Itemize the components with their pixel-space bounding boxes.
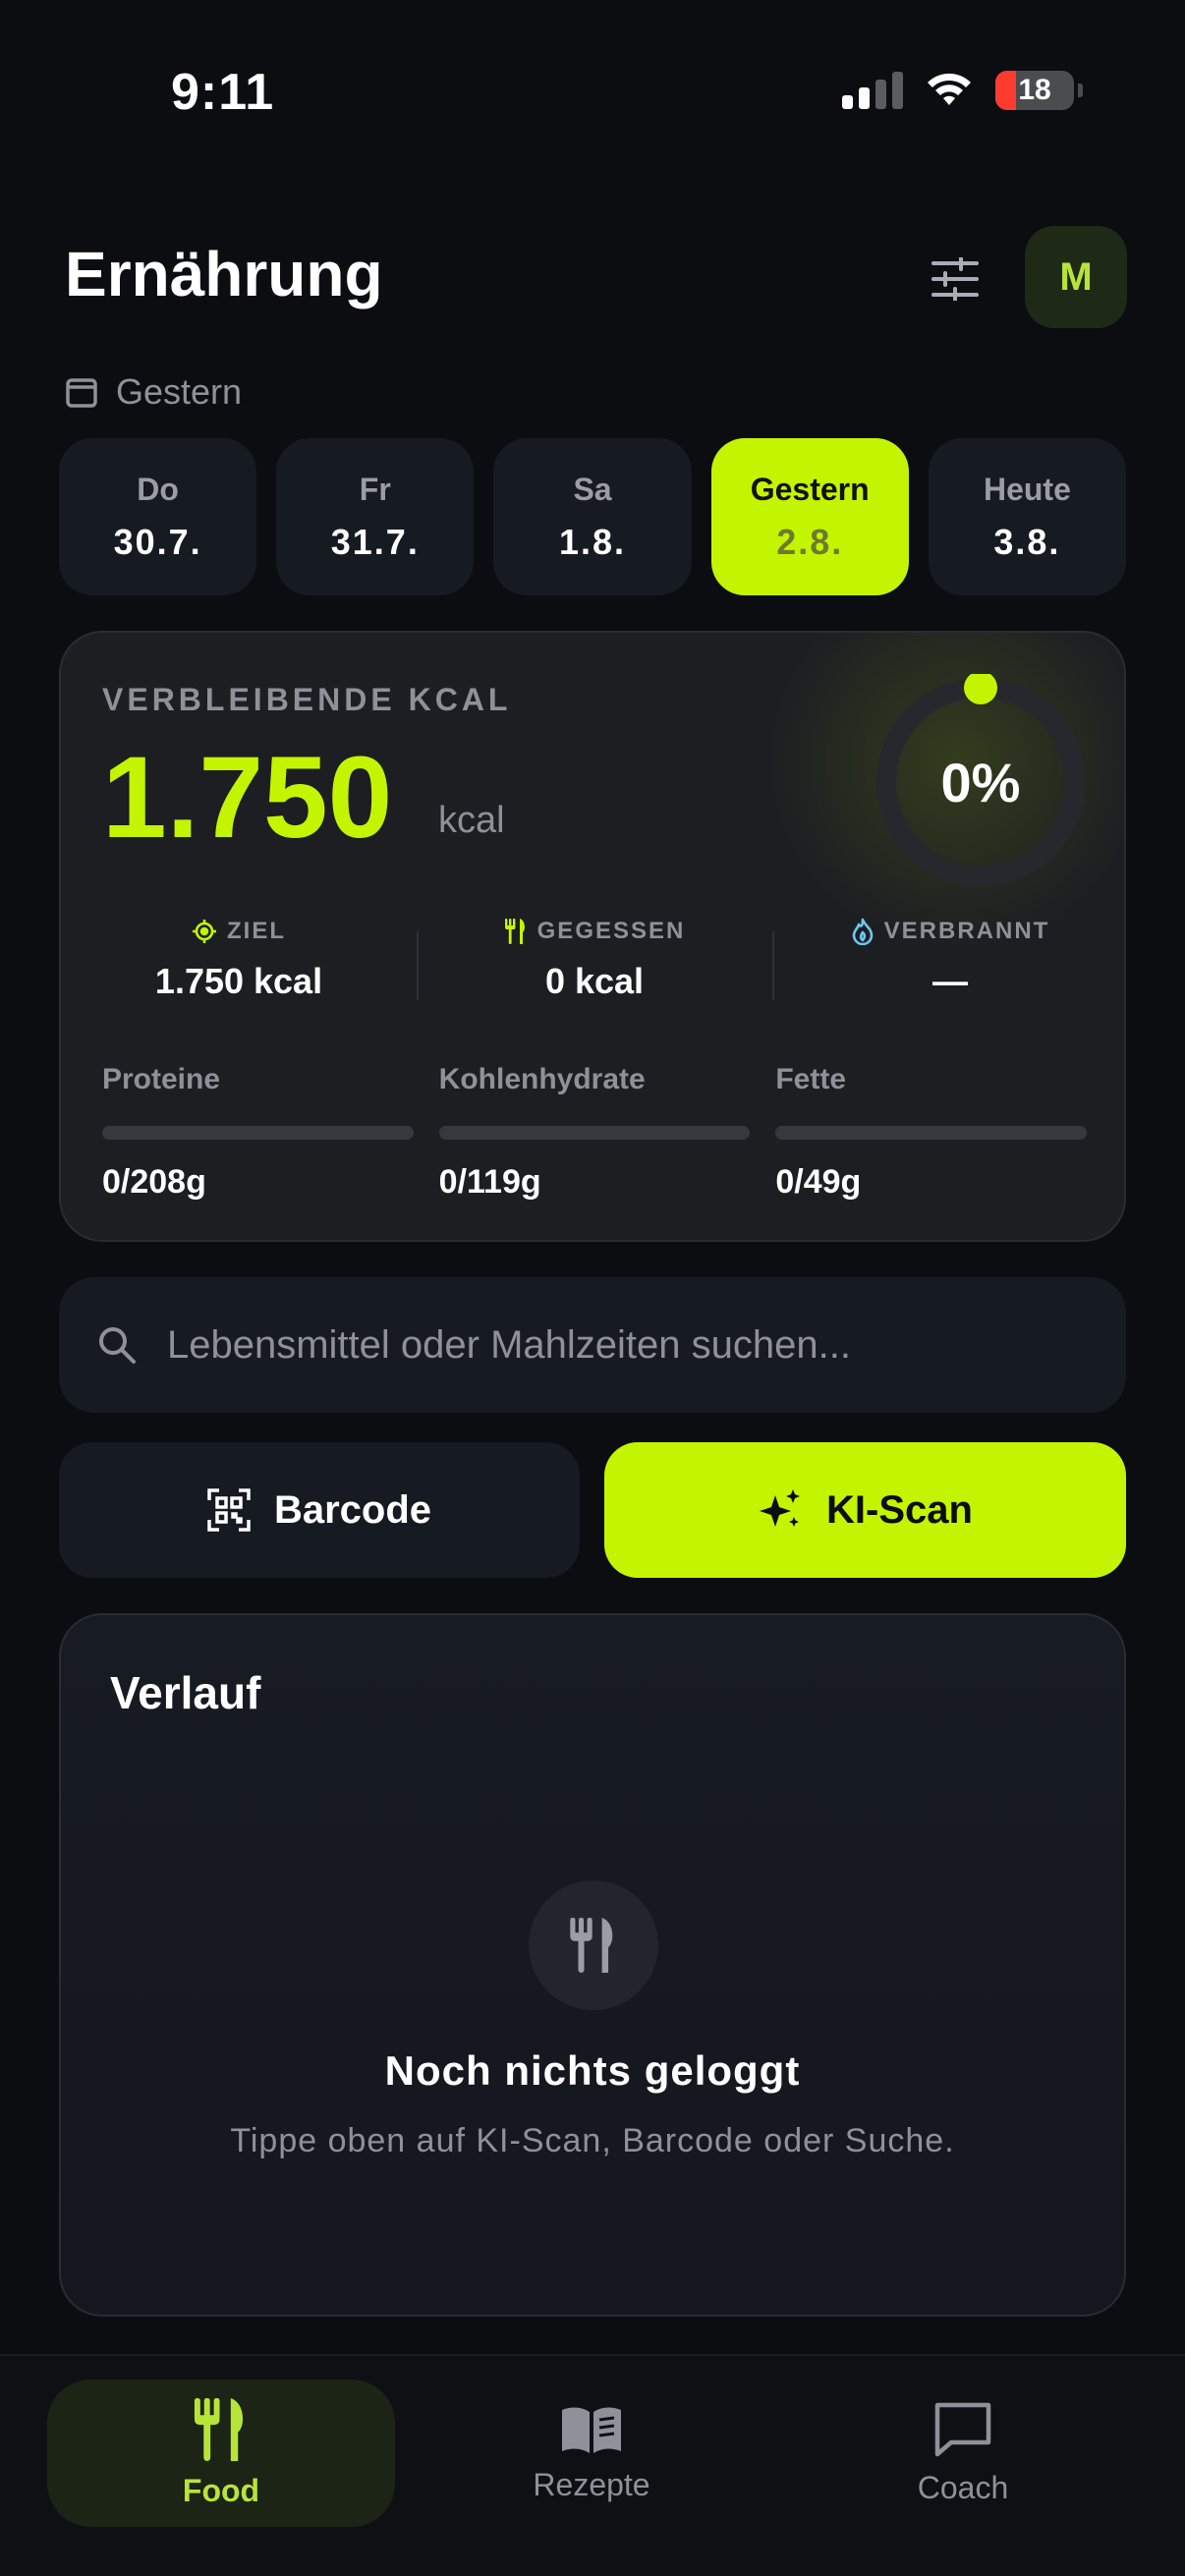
status-bar: 9:11 18 <box>0 0 1185 196</box>
search-bar[interactable] <box>59 1277 1126 1413</box>
day-name: Heute <box>983 471 1071 507</box>
utensils-icon <box>570 1918 613 1973</box>
stat-eaten-value: 0 kcal <box>544 961 645 1001</box>
macro-value: 0/49g <box>775 1163 862 1201</box>
macro-progress-bar <box>775 1126 1088 1140</box>
day-chip[interactable]: Heute 3.8. <box>928 438 1127 595</box>
nav-item-label: Coach <box>917 2469 1009 2505</box>
stat-burned-value: — <box>932 961 968 1001</box>
macro-carbs: Kohlenhydrate 0/119g <box>438 1063 751 1202</box>
utensils-icon <box>194 2397 244 2461</box>
battery-tip <box>1078 84 1083 97</box>
remaining-value: 1.750 <box>102 733 393 863</box>
macro-name: Kohlenhydrate <box>438 1063 646 1095</box>
macro-list: Proteine 0/208g Kohlenhydrate 0/119g Fet… <box>102 1063 1088 1202</box>
battery-icon: 18 <box>995 71 1074 110</box>
progress-percent: 0% <box>940 751 1021 813</box>
remaining-label: VERBLEIBENDE KCAL <box>102 682 512 717</box>
macro-name: Proteine <box>102 1063 221 1095</box>
status-time: 9:11 <box>171 64 275 121</box>
day-name: Sa <box>573 471 612 507</box>
sliders-icon <box>931 257 979 301</box>
day-date: 30.7. <box>113 521 202 562</box>
wifi-icon <box>928 73 971 105</box>
barcode-button-label: Barcode <box>273 1487 432 1532</box>
calorie-stats: ZIEL 1.750 kcal GEGESSEN 0 kcal VERBRANN… <box>61 918 1124 1016</box>
macro-progress-bar <box>102 1126 414 1140</box>
barcode-scan-icon <box>207 1488 251 1532</box>
book-icon <box>562 2407 621 2453</box>
search-input[interactable] <box>167 1322 1051 1368</box>
utensils-icon <box>504 919 525 944</box>
day-name: Gestern <box>750 471 870 507</box>
nav-item-coach[interactable]: Coach <box>796 2380 1130 2527</box>
day-date: 31.7. <box>330 521 420 562</box>
stat-goal-value: 1.750 kcal <box>154 961 323 1001</box>
day-name: Do <box>137 471 179 507</box>
calendar-icon <box>66 378 97 408</box>
day-date: 1.8. <box>558 521 627 562</box>
nav-item-food[interactable]: Food <box>47 2380 395 2527</box>
filter-button[interactable] <box>920 244 990 314</box>
chat-icon <box>934 2402 991 2456</box>
battery-level: 18 <box>1018 74 1051 106</box>
macro-value: 0/208g <box>102 1163 206 1201</box>
stat-goal-label: ZIEL <box>227 918 286 944</box>
day-date: 3.8. <box>993 521 1061 562</box>
nav-item-label: Food <box>182 2472 260 2508</box>
stat-burned-label: VERBRANNT <box>883 918 1050 944</box>
stat-eaten-head: GEGESSEN <box>504 918 686 945</box>
history-title: Verlauf <box>110 1667 261 1718</box>
target-icon <box>193 920 216 943</box>
stat-eaten-label: GEGESSEN <box>536 918 686 944</box>
empty-state-subtitle: Tippe oben auf KI-Scan, Barcode oder Suc… <box>230 2122 955 2159</box>
nav-item-label: Rezepte <box>533 2466 650 2502</box>
barcode-button[interactable]: Barcode <box>59 1442 580 1578</box>
avatar[interactable]: M <box>1025 226 1127 328</box>
history-card: Verlauf Noch nichts geloggt Tippe oben a… <box>59 1613 1126 2317</box>
status-icons: 18 <box>842 71 1083 110</box>
calorie-summary-card: VERBLEIBENDE KCAL 1.750 kcal 0% ZIEL 1.7… <box>59 631 1126 1242</box>
stat-burned: VERBRANNT — <box>772 918 1124 1016</box>
macro-fat: Fette 0/49g <box>775 1063 1088 1202</box>
day-chip[interactable]: Do 30.7. <box>59 438 257 595</box>
ai-scan-button[interactable]: KI-Scan <box>604 1442 1126 1578</box>
selected-date-label: Gestern <box>65 371 242 413</box>
day-chip-selected[interactable]: Gestern 2.8. <box>710 438 909 595</box>
remaining-unit: kcal <box>438 800 505 841</box>
stat-eaten: GEGESSEN 0 kcal <box>417 918 772 1016</box>
macro-progress-bar <box>438 1126 751 1140</box>
ai-scan-button-label: KI-Scan <box>826 1487 973 1532</box>
macro-name: Fette <box>775 1063 847 1095</box>
empty-state-icon <box>529 1880 658 2010</box>
macro-protein: Proteine 0/208g <box>102 1063 414 1202</box>
nav-item-recipes[interactable]: Rezepte <box>424 2380 759 2527</box>
page-title: Ernährung <box>65 239 383 309</box>
sparkles-icon <box>760 1489 801 1527</box>
day-date: 2.8. <box>776 521 844 562</box>
bottom-navigation: Food Rezepte Coach <box>0 2354 1185 2576</box>
stat-goal-head: ZIEL <box>192 918 286 945</box>
stat-goal: ZIEL 1.750 kcal <box>61 918 417 1016</box>
signal-icon <box>842 72 903 109</box>
day-chip[interactable]: Sa 1.8. <box>493 438 692 595</box>
search-icon <box>99 1327 136 1364</box>
day-name: Fr <box>359 471 391 507</box>
selected-date-text: Gestern <box>116 371 243 412</box>
day-selector: Do 30.7. Fr 31.7. Sa 1.8. Gestern 2.8. H… <box>59 438 1127 595</box>
day-chip[interactable]: Fr 31.7. <box>276 438 475 595</box>
empty-state-title: Noch nichts geloggt <box>384 2047 801 2094</box>
flame-icon <box>852 918 873 945</box>
stat-burned-head: VERBRANNT <box>851 918 1050 945</box>
macro-value: 0/119g <box>438 1163 541 1201</box>
